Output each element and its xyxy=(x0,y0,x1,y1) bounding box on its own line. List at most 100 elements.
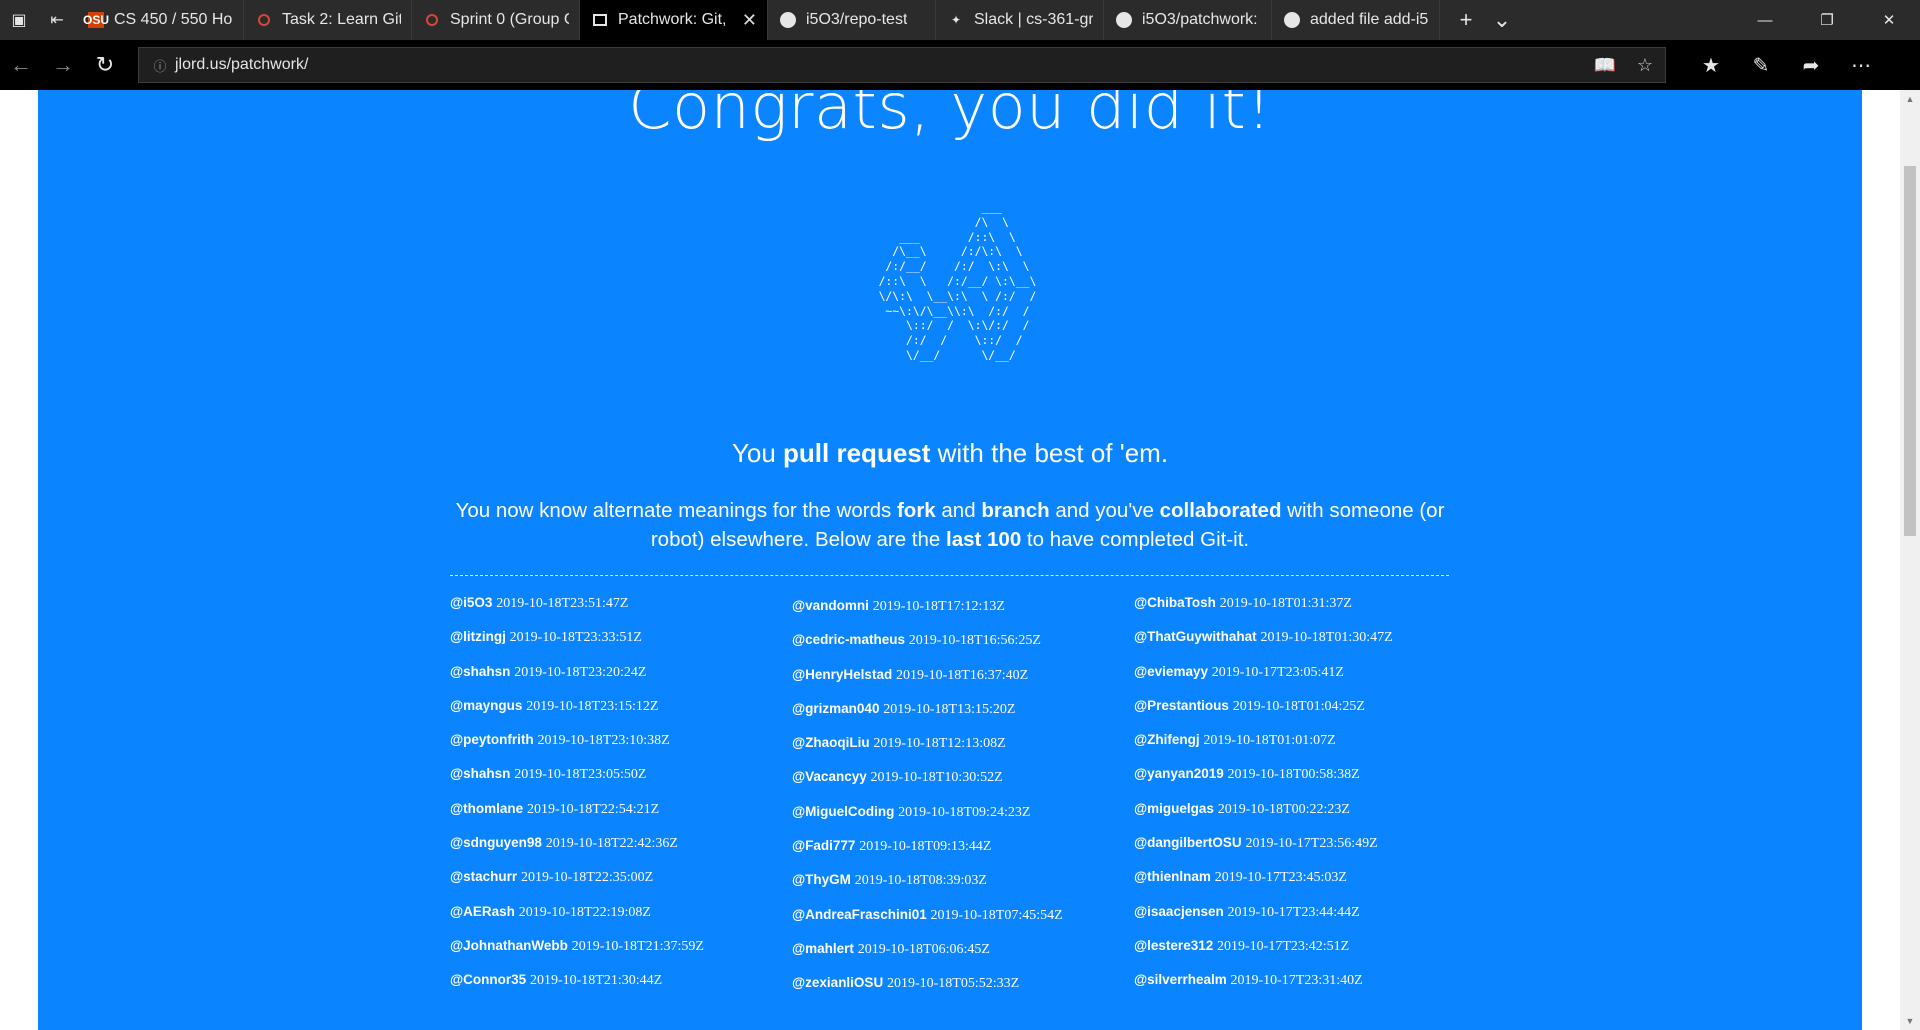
completion-entry: @Vacancyy 2019-10-18T10:30:52Z xyxy=(792,769,1122,803)
timestamp: 2019-10-17T23:42:51Z xyxy=(1217,938,1350,954)
timestamp: 2019-10-18T00:22:23Z xyxy=(1217,801,1350,817)
tab-sprint0[interactable]: Sprint 0 (Group Gra xyxy=(412,0,580,40)
url-text[interactable]: jlord.us/patchwork/ xyxy=(175,56,1585,74)
osu-icon: OSU xyxy=(83,12,110,28)
username-link[interactable]: @i5O3 xyxy=(450,595,492,610)
address-bar[interactable]: ⓘ jlord.us/patchwork/ 📖 ☆ xyxy=(138,47,1666,83)
username-link[interactable]: @eviemayy xyxy=(1134,664,1208,679)
username-link[interactable]: @sdnguyen98 xyxy=(450,835,542,850)
timestamp: 2019-10-17T23:31:40Z xyxy=(1230,973,1363,989)
timestamp: 2019-10-18T23:10:38Z xyxy=(537,733,670,749)
set-tabs-aside-icon[interactable]: ⇤ xyxy=(38,0,76,40)
page-headline: Congrats, you did it! xyxy=(628,90,1272,143)
username-link[interactable]: @grizman040 xyxy=(792,701,879,716)
completion-entry: @sdnguyen98 2019-10-18T22:42:36Z xyxy=(450,835,780,869)
close-window-icon[interactable]: ✕ xyxy=(1858,0,1920,40)
canvas-ring-icon xyxy=(258,14,270,26)
username-link[interactable]: @cedric-matheus xyxy=(792,632,905,647)
completion-entry: @lestere312 2019-10-17T23:42:51Z xyxy=(1134,938,1464,972)
completion-entry: @stachurr 2019-10-18T22:35:00Z xyxy=(450,869,780,903)
tab-actions-menu-icon[interactable]: ▣ xyxy=(0,0,38,40)
username-link[interactable]: @JohnathanWebb xyxy=(450,938,568,953)
username-link[interactable]: @Zhifengj xyxy=(1134,732,1200,747)
tab-task2[interactable]: Task 2: Learn Git an xyxy=(244,0,412,40)
timestamp: 2019-10-17T23:44:44Z xyxy=(1227,904,1360,920)
timestamp: 2019-10-18T09:24:23Z xyxy=(898,804,1031,820)
username-link[interactable]: @shahsn xyxy=(450,664,510,679)
completion-entry: @AndreaFraschini01 2019-10-18T07:45:54Z xyxy=(792,907,1122,941)
minimize-icon[interactable]: — xyxy=(1734,0,1796,40)
username-link[interactable]: @lestere312 xyxy=(1134,938,1213,953)
username-link[interactable]: @shahsn xyxy=(450,766,510,781)
username-link[interactable]: @Vacancyy xyxy=(792,769,867,784)
username-link[interactable]: @MiguelCoding xyxy=(792,804,894,819)
github-icon xyxy=(780,12,796,28)
vertical-scrollbar[interactable]: ▲ ▼ xyxy=(1900,90,1920,1030)
username-link[interactable]: @mayngus xyxy=(450,698,522,713)
favorite-star-icon[interactable]: ☆ xyxy=(1625,55,1665,76)
username-link[interactable]: @Fadi777 xyxy=(792,838,855,853)
new-tab-icon[interactable]: + xyxy=(1448,7,1484,33)
tab-title: added file add-i5O: xyxy=(1310,11,1429,28)
timestamp: 2019-10-17T23:05:41Z xyxy=(1211,664,1344,680)
tab-preview-chevron-icon[interactable]: ⌄ xyxy=(1484,7,1520,33)
tab-repo-test[interactable]: i5O3/repo-test xyxy=(768,0,936,40)
completion-entry: @MiguelCoding 2019-10-18T09:24:23Z xyxy=(792,804,1122,838)
navigation-bar: ← → ↻ ⓘ jlord.us/patchwork/ 📖 ☆ ★ ✎ ➦ ⋯ xyxy=(0,40,1920,90)
username-link[interactable]: @ThatGuywithahat xyxy=(1134,629,1257,644)
refresh-icon[interactable]: ↻ xyxy=(84,40,126,90)
back-arrow-icon[interactable]: ← xyxy=(0,40,42,90)
favorites-hub-icon[interactable]: ★ xyxy=(1686,53,1736,78)
username-link[interactable]: @dangilbertOSU xyxy=(1134,835,1242,850)
username-link[interactable]: @yanyan2019 xyxy=(1134,766,1224,781)
username-link[interactable]: @ThyGM xyxy=(792,872,851,887)
username-link[interactable]: @isaacjensen xyxy=(1134,904,1224,919)
username-link[interactable]: @Prestantious xyxy=(1134,698,1229,713)
completion-entry: @JohnathanWebb 2019-10-18T21:37:59Z xyxy=(450,938,780,972)
more-menu-icon[interactable]: ⋯ xyxy=(1836,53,1886,78)
username-link[interactable]: @mahlert xyxy=(792,941,854,956)
forward-arrow-icon[interactable]: → xyxy=(42,40,84,90)
username-link[interactable]: @Connor35 xyxy=(450,972,526,987)
close-tab-icon[interactable]: ✕ xyxy=(734,10,757,31)
completion-entry: @miguelgas 2019-10-18T00:22:23Z xyxy=(1134,801,1464,835)
slack-icon: ✦ xyxy=(950,13,962,27)
username-link[interactable]: @HenryHelstad xyxy=(792,667,892,682)
timestamp: 2019-10-18T23:20:24Z xyxy=(514,664,647,680)
username-link[interactable]: @ZhaoqiLiu xyxy=(792,735,870,750)
username-link[interactable]: @ChibaTosh xyxy=(1134,595,1216,610)
reading-view-icon[interactable]: 📖 xyxy=(1585,55,1625,76)
username-link[interactable]: @stachurr xyxy=(450,869,517,884)
username-link[interactable]: @miguelgas xyxy=(1134,801,1214,816)
username-link[interactable]: @AndreaFraschini01 xyxy=(792,907,927,922)
timestamp: 2019-10-18T07:45:54Z xyxy=(930,907,1063,923)
tab-added-file[interactable]: added file add-i5O: xyxy=(1272,0,1440,40)
username-link[interactable]: @AERash xyxy=(450,904,515,919)
tab-cs450-home[interactable]: OSU CS 450 / 550 Home xyxy=(76,0,244,40)
site-info-icon[interactable]: ⓘ xyxy=(145,56,175,75)
tab-patchwork-active[interactable]: Patchwork: Git, ✕ xyxy=(580,0,768,40)
scrollbar-thumb[interactable] xyxy=(1904,166,1916,536)
tab-patchwork-repo[interactable]: i5O3/patchwork: Al xyxy=(1104,0,1272,40)
username-link[interactable]: @silverrhealm xyxy=(1134,972,1227,987)
username-link[interactable]: @vandomni xyxy=(792,598,869,613)
github-icon xyxy=(1284,12,1300,28)
completions-column-3: @ChibaTosh 2019-10-18T01:31:37Z @ThatGuyw… xyxy=(1134,595,1464,1007)
completion-entry: @thomlane 2019-10-18T22:54:21Z xyxy=(450,801,780,835)
completions-column-1: @i5O3 2019-10-18T23:51:47Z @litzingj 2019… xyxy=(450,595,780,1007)
tab-slack[interactable]: ✦ Slack | cs-361-grou xyxy=(936,0,1104,40)
share-icon[interactable]: ➦ xyxy=(1786,53,1836,78)
restore-icon[interactable]: ❐ xyxy=(1796,0,1858,40)
username-link[interactable]: @thienlnam xyxy=(1134,869,1211,884)
scroll-down-arrow-icon[interactable]: ▼ xyxy=(1900,1012,1920,1030)
timestamp: 2019-10-18T10:30:52Z xyxy=(870,770,1003,786)
username-link[interactable]: @litzingj xyxy=(450,629,506,644)
username-link[interactable]: @zexianliOSU xyxy=(792,975,883,990)
scroll-up-arrow-icon[interactable]: ▲ xyxy=(1900,90,1920,108)
tab-title: i5O3/repo-test xyxy=(806,11,908,28)
username-link[interactable]: @thomlane xyxy=(450,801,523,816)
completion-entry: @HenryHelstad 2019-10-18T16:37:40Z xyxy=(792,667,1122,701)
completions-column-2: @vandomni 2019-10-18T17:12:13Z @cedric-ma… xyxy=(792,598,1122,1010)
web-note-pen-icon[interactable]: ✎ xyxy=(1736,53,1786,78)
username-link[interactable]: @peytonfrith xyxy=(450,732,534,747)
